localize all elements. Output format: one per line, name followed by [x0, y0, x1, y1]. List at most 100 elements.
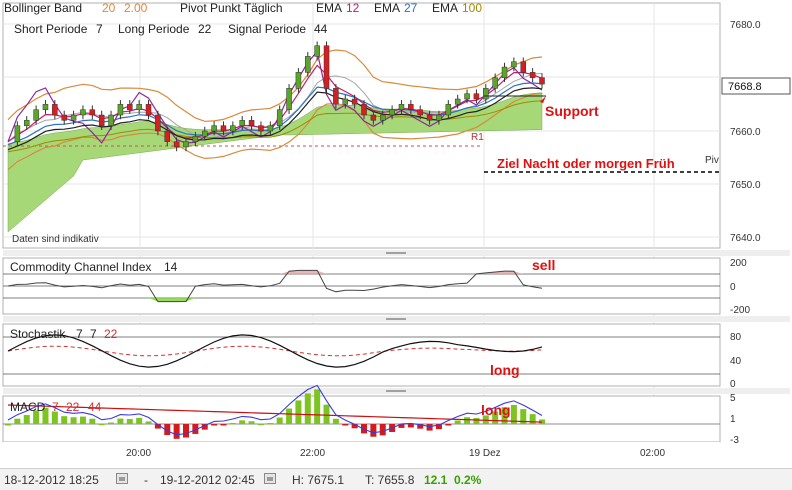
legend-long-value: 22	[198, 22, 212, 36]
macd-bar	[304, 393, 311, 424]
candle	[323, 45, 330, 89]
splitter-handle-icon[interactable]	[386, 252, 406, 254]
annotation-ziel: Ziel Nacht oder morgen Früh	[497, 156, 675, 171]
legend-ema-100: 100	[462, 1, 482, 15]
candle	[98, 114, 105, 126]
macd-tick: 5	[730, 393, 736, 404]
stoch-param: 7	[90, 327, 97, 341]
macd-bar	[79, 416, 86, 424]
cci-panel: Commodity Channel Index 14 sell 200 0 -2…	[2, 257, 750, 316]
cci-tick: -200	[730, 305, 750, 316]
candle	[201, 130, 208, 137]
macd-bar	[173, 424, 180, 439]
change-percent: 0.2%	[454, 473, 482, 487]
candle	[220, 125, 227, 132]
price-tick: 7680.0	[730, 20, 761, 31]
macd-bar	[126, 418, 133, 424]
legend-bollinger-p2: 2.00	[124, 1, 148, 15]
legend-short-value: 7	[96, 22, 103, 36]
macd-bar	[117, 418, 124, 424]
candle	[258, 125, 264, 132]
annotation-support: Support	[545, 103, 599, 119]
macd-param: 7	[52, 400, 59, 414]
price-tick: 7660.0	[730, 127, 761, 138]
candle	[239, 120, 245, 126]
candle	[267, 125, 274, 132]
macd-bar	[211, 424, 218, 426]
candle	[389, 109, 395, 116]
candle	[52, 104, 58, 116]
time-tick: 22:00	[300, 448, 325, 459]
macd-bar	[529, 414, 536, 424]
price-tick: 7640.0	[730, 233, 761, 244]
macd-bar	[454, 420, 461, 424]
macd-bar	[257, 423, 264, 426]
candle	[426, 114, 433, 121]
candle	[173, 141, 180, 148]
price-tick: 7650.0	[730, 180, 761, 191]
legend-signal-value: 44	[314, 22, 328, 36]
candle	[89, 109, 96, 116]
candle	[492, 77, 498, 89]
calendar-to-icon[interactable]	[264, 473, 276, 484]
candle	[333, 88, 339, 105]
candle	[155, 114, 161, 132]
candle	[511, 61, 517, 68]
calendar-from-icon[interactable]	[116, 473, 128, 484]
macd-bar	[295, 400, 302, 424]
macd-bar	[379, 424, 386, 436]
legend-bollinger: Bollinger Band	[4, 1, 82, 15]
macd-bar	[286, 408, 293, 424]
status-bar: 18-12-2012 18:25 - 19-12-2012 02:45 H: 7…	[0, 468, 792, 490]
low-value: T: 7655.8	[365, 473, 415, 487]
splitter-handle-icon[interactable]	[386, 390, 406, 392]
disclaimer: Daten sind indikativ	[12, 234, 99, 245]
candle	[398, 104, 405, 110]
stoch-tick: 80	[730, 332, 742, 343]
macd-title: MACD	[10, 400, 46, 414]
candle	[361, 104, 367, 116]
candle	[248, 120, 255, 126]
macd-bar	[183, 424, 189, 438]
candle	[276, 109, 283, 126]
macd-bar	[445, 424, 452, 426]
candle	[183, 141, 189, 148]
candle	[351, 98, 358, 105]
macd-bar	[89, 418, 96, 424]
macd-bar	[314, 389, 321, 424]
candle	[305, 56, 311, 73]
macd-param: 44	[88, 400, 102, 414]
legend-short: Short Periode	[14, 22, 88, 36]
legend-ema-12: 12	[346, 1, 360, 15]
time-tick: 19 Dez	[469, 448, 501, 459]
legend-ema-3: EMA	[432, 1, 458, 15]
macd-bar	[342, 424, 349, 426]
candle	[370, 114, 377, 121]
candle	[127, 104, 133, 110]
macd-param: 22	[66, 400, 80, 414]
splitter-handle-icon[interactable]	[386, 318, 406, 320]
chart-area: Bollinger Band 20 2.00 Pivot Punkt Tägli…	[0, 0, 792, 489]
candle	[295, 72, 302, 89]
macd-bar	[61, 416, 68, 424]
candle	[445, 104, 452, 116]
candle	[483, 88, 489, 100]
cci-tick: 0	[730, 282, 736, 293]
candle	[80, 109, 86, 116]
stoch-param: 7	[76, 327, 83, 341]
legend-ema-27: 27	[404, 1, 418, 15]
macd-bar	[136, 417, 143, 424]
time-axis: 20:00 22:00 19 Dez 02:00	[3, 442, 720, 464]
annotation-sell: sell	[532, 257, 555, 273]
candle	[145, 104, 152, 116]
macd-bar	[267, 423, 274, 425]
stoch-tick: 40	[730, 356, 742, 367]
change-value: 12.1	[424, 473, 448, 487]
stoch-param: 22	[104, 327, 118, 341]
macd-bar	[464, 417, 471, 424]
macd-bar	[14, 418, 21, 424]
candle	[136, 104, 142, 110]
time-tick: 20:00	[126, 448, 151, 459]
macd-bar	[332, 418, 339, 424]
cci-tick: 200	[730, 258, 747, 269]
